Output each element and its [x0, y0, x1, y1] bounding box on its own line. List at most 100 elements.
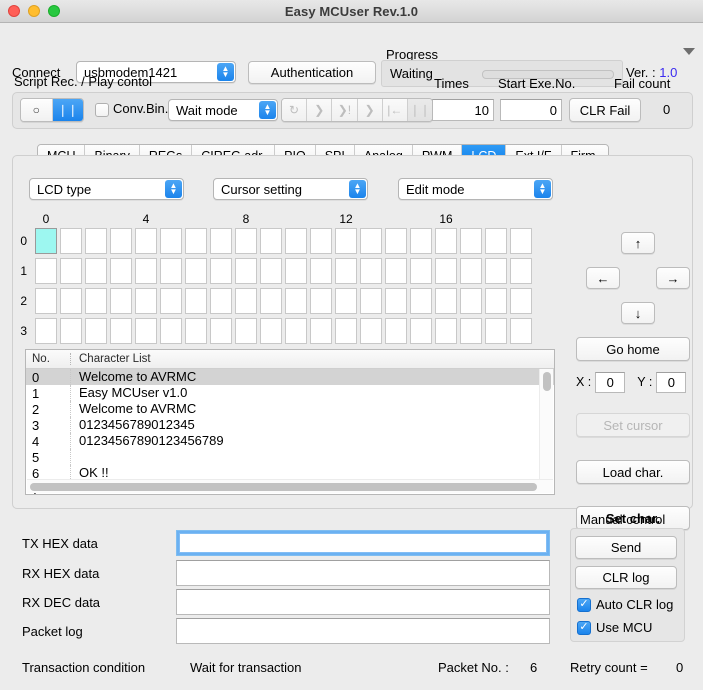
- character-list-rows[interactable]: 0 Welcome to AVRMC 1 Easy MCUser v1.0 2 Welco…: [26, 369, 554, 494]
- lcd-cell[interactable]: [435, 228, 457, 254]
- y-input[interactable]: 0: [656, 371, 687, 393]
- lcd-cell[interactable]: [335, 258, 357, 284]
- vertical-scrollbar[interactable]: [539, 369, 553, 480]
- character-list[interactable]: No. Character List 0 Welcome to AVRMC 1 Eas…: [25, 349, 555, 495]
- lcd-cell[interactable]: [35, 288, 57, 314]
- lcd-cell[interactable]: [110, 228, 132, 254]
- use-mcu-checkbox[interactable]: ✓: [577, 620, 591, 635]
- lcd-cell[interactable]: [460, 318, 482, 344]
- lcd-cell[interactable]: [160, 258, 182, 284]
- lcd-cell[interactable]: [485, 228, 507, 254]
- rewind-to-start-icon[interactable]: |←: [382, 99, 408, 121]
- set-cursor-button[interactable]: Set cursor: [576, 413, 690, 437]
- lcd-cell[interactable]: [35, 318, 57, 344]
- wait-mode-select[interactable]: Wait mode ▲ ▼: [168, 99, 278, 121]
- conv-bin-checkbox[interactable]: [95, 103, 109, 117]
- auto-clr-log-row[interactable]: ✓ Auto CLR log: [577, 597, 673, 612]
- lcd-type-select[interactable]: LCD type ▲ ▼: [29, 178, 184, 200]
- go-home-button[interactable]: Go home: [576, 337, 690, 361]
- lcd-cell[interactable]: [385, 318, 407, 344]
- lcd-cell[interactable]: [485, 288, 507, 314]
- lcd-cell[interactable]: [235, 228, 257, 254]
- pause-playback-icon[interactable]: ❘❘: [407, 99, 432, 121]
- lcd-cell[interactable]: [410, 258, 432, 284]
- x-input[interactable]: 0: [595, 371, 626, 393]
- lcd-cell[interactable]: [460, 258, 482, 284]
- lcd-cell[interactable]: [360, 318, 382, 344]
- pause-icon[interactable]: ❘❘: [52, 99, 83, 121]
- lcd-cell[interactable]: [510, 288, 532, 314]
- lcd-cell[interactable]: [410, 318, 432, 344]
- authentication-button[interactable]: Authentication: [248, 61, 376, 84]
- lcd-cell[interactable]: [160, 318, 182, 344]
- lcd-cell[interactable]: [335, 318, 357, 344]
- lcd-cell[interactable]: [210, 288, 232, 314]
- lcd-cell[interactable]: [260, 288, 282, 314]
- cursor-right-button[interactable]: →: [656, 267, 690, 289]
- lcd-cell[interactable]: [135, 228, 157, 254]
- start-exe-no-input[interactable]: 0: [500, 99, 562, 121]
- lcd-cell[interactable]: [85, 258, 107, 284]
- lcd-cell[interactable]: [110, 318, 132, 344]
- cursor-up-button[interactable]: ↑: [621, 232, 655, 254]
- lcd-cell[interactable]: [210, 258, 232, 284]
- lcd-cell[interactable]: [510, 228, 532, 254]
- lcd-cell[interactable]: [210, 228, 232, 254]
- lcd-cell[interactable]: [235, 258, 257, 284]
- lcd-cell[interactable]: [260, 318, 282, 344]
- edit-mode-select[interactable]: Edit mode ▲ ▼: [398, 178, 553, 200]
- disclosure-triangle-icon[interactable]: [683, 48, 695, 55]
- lcd-cell[interactable]: [85, 228, 107, 254]
- lcd-cell[interactable]: [360, 288, 382, 314]
- lcd-cell[interactable]: [335, 228, 357, 254]
- load-char-button[interactable]: Load char.: [576, 460, 690, 484]
- step-break-icon[interactable]: ❯!: [332, 99, 358, 121]
- lcd-cell[interactable]: [35, 258, 57, 284]
- lcd-cell[interactable]: [35, 228, 57, 254]
- step-next-icon[interactable]: ❯: [357, 99, 383, 121]
- lcd-cell[interactable]: [185, 318, 207, 344]
- lcd-cell[interactable]: [60, 288, 82, 314]
- lcd-cell[interactable]: [110, 258, 132, 284]
- lcd-cell[interactable]: [460, 288, 482, 314]
- lcd-cell[interactable]: [285, 258, 307, 284]
- clr-log-button[interactable]: CLR log: [575, 566, 677, 589]
- lcd-cell[interactable]: [385, 258, 407, 284]
- lcd-cell[interactable]: [85, 288, 107, 314]
- lcd-cell[interactable]: [135, 258, 157, 284]
- use-mcu-row[interactable]: ✓ Use MCU: [577, 620, 652, 635]
- character-list-row[interactable]: 3 0123456789012345: [26, 417, 554, 433]
- minimize-button[interactable]: [28, 5, 40, 17]
- character-list-row[interactable]: 2 Welcome to AVRMC: [26, 401, 554, 417]
- lcd-cell[interactable]: [335, 288, 357, 314]
- lcd-character-grid[interactable]: [35, 228, 532, 348]
- vertical-scrollbar-thumb[interactable]: [543, 372, 551, 391]
- horizontal-scrollbar[interactable]: [27, 479, 553, 493]
- lcd-cell[interactable]: [435, 288, 457, 314]
- character-list-row[interactable]: 5: [26, 449, 554, 465]
- lcd-cell[interactable]: [60, 258, 82, 284]
- maximize-button[interactable]: [48, 5, 60, 17]
- cursor-down-button[interactable]: ↓: [621, 302, 655, 324]
- clr-fail-button[interactable]: CLR Fail: [569, 98, 641, 122]
- lcd-cell[interactable]: [435, 318, 457, 344]
- lcd-cell[interactable]: [110, 288, 132, 314]
- rx-dec-data-input[interactable]: [176, 589, 550, 615]
- lcd-cell[interactable]: [160, 288, 182, 314]
- lcd-cell[interactable]: [410, 228, 432, 254]
- lcd-cell[interactable]: [285, 228, 307, 254]
- close-button[interactable]: [8, 5, 20, 17]
- transport-record-pause-group[interactable]: ○ ❘❘: [20, 98, 84, 122]
- lcd-cell[interactable]: [360, 228, 382, 254]
- cursor-setting-select[interactable]: Cursor setting ▲ ▼: [213, 178, 368, 200]
- lcd-cell[interactable]: [135, 318, 157, 344]
- lcd-cell[interactable]: [510, 318, 532, 344]
- lcd-cell[interactable]: [385, 288, 407, 314]
- record-circle-icon[interactable]: ○: [21, 99, 53, 121]
- lcd-cell[interactable]: [260, 228, 282, 254]
- lcd-cell[interactable]: [260, 258, 282, 284]
- transport-playback-group[interactable]: ↻ ❯ ❯! ❯ |← ❘❘: [281, 98, 433, 122]
- lcd-cell[interactable]: [285, 318, 307, 344]
- loop-icon[interactable]: ↻: [282, 99, 308, 121]
- horizontal-scrollbar-thumb[interactable]: [30, 483, 537, 491]
